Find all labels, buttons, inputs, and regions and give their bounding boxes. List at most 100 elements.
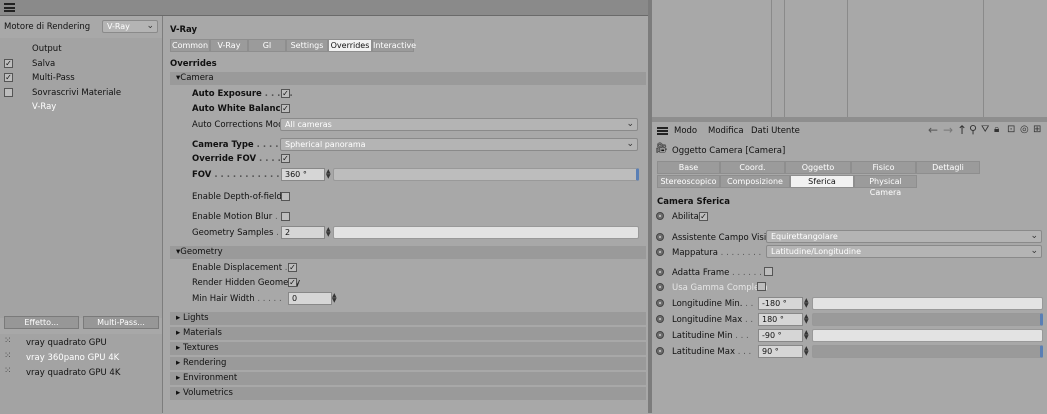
tab-gi[interactable]: GI [248,39,286,52]
object-manager-area [652,0,1047,122]
menu-dati-utente[interactable]: Dati Utente [751,126,800,136]
auto-exposure-checkbox[interactable]: ✓ [281,89,290,98]
animation-bullet-icon[interactable] [656,248,664,256]
auto-white-balance-checkbox[interactable]: ✓ [281,104,290,113]
preset-item[interactable]: ⁙ vray quadrato GPU 4K [0,366,162,380]
full-range-label: Usa Gamma Completa [672,283,768,293]
enable-motion-blur-checkbox[interactable] [281,212,290,221]
animation-bullet-icon[interactable] [656,283,664,291]
tab-oggetto[interactable]: Oggetto [785,161,851,174]
tab-coord-[interactable]: Coord. [720,161,785,174]
lon-min-stepper[interactable]: ▲ ▼ [804,298,809,309]
min-hair-width-input[interactable]: 0 [288,292,332,305]
lat-max-slider[interactable] [812,345,1043,358]
assist-label: Assistente Campo Visivo [672,233,777,243]
override-fov-checkbox[interactable]: ✓ [281,154,290,163]
tab-overrides[interactable]: Overrides [328,39,372,52]
camera-type-select[interactable]: Spherical panorama ⌄ [280,138,638,151]
overrides-heading: Overrides [170,59,217,69]
effect-button[interactable]: Effetto... [4,316,79,329]
pin-icon[interactable]: ⊡ [1007,124,1015,135]
renderer-select[interactable]: V-Ray ⌄ [102,20,158,33]
section-header-volumetrics[interactable]: ▸ Volumetrics [170,387,646,400]
geometry-samples-slider[interactable] [333,226,639,239]
lon-min-slider[interactable] [812,297,1043,310]
animation-bullet-icon[interactable] [656,299,664,307]
lat-min-slider[interactable] [812,329,1043,342]
filter-icon[interactable]: ⛛ [981,124,989,135]
animation-bullet-icon[interactable] [656,233,664,241]
tab-interactive[interactable]: Interactive [372,39,416,52]
tree-item[interactable]: ✓ Multi-Pass [0,71,162,84]
lat-max-input[interactable]: 90 ° [758,345,803,358]
assist-select[interactable]: Equirettangolare ⌄ [766,230,1042,243]
auto-corrections-select[interactable]: All cameras ⌄ [280,118,638,131]
new-panel-icon[interactable]: ⊞ [1033,124,1041,135]
fit-frame-checkbox[interactable] [764,267,773,276]
lon-min-input[interactable]: -180 ° [758,297,803,310]
tab-sferica[interactable]: Sferica [790,175,854,188]
min-hair-width-stepper[interactable]: ▲ ▼ [332,293,337,304]
menu-modo[interactable]: Modo [674,126,697,136]
lat-max-stepper[interactable]: ▲ ▼ [804,346,809,357]
lon-max-input[interactable]: 180 ° [758,313,803,326]
tree-item[interactable]: ✓ Salva [0,57,162,70]
animation-bullet-icon[interactable] [656,268,664,276]
animation-bullet-icon[interactable] [656,331,664,339]
record-icon[interactable]: ◎ [1020,124,1029,135]
fov-input[interactable]: 360 ° [281,168,325,181]
preset-item[interactable]: ⁙ vray quadrato GPU [0,336,162,350]
menu-modifica[interactable]: Modifica [708,126,744,136]
camera-section-header[interactable]: ▾Camera [170,72,646,85]
tree-item[interactable]: V-Ray [0,100,162,113]
lon-max-slider[interactable] [812,313,1043,326]
section-header-environment[interactable]: ▸ Environment [170,372,646,385]
fov-slider[interactable] [333,168,639,181]
section-header-rendering[interactable]: ▸ Rendering [170,357,646,370]
up-arrow-icon[interactable]: ↑ [957,123,967,137]
chevron-down-icon: ⌄ [1030,246,1038,256]
tab-fisico[interactable]: Fisico [851,161,916,174]
section-header-textures[interactable]: ▸ Textures [170,342,646,355]
geometry-section-header[interactable]: ▾Geometry [170,246,646,259]
tree-item[interactable]: Sovrascrivi Materiale [0,86,162,99]
section-header-materials[interactable]: ▸ Materials [170,327,646,340]
search-icon[interactable]: ⚲ [969,123,977,136]
tab-v-ray[interactable]: V-Ray [210,39,248,52]
tab-stereoscopico[interactable]: Stereoscopico [657,175,720,188]
tree-item-checkbox[interactable]: ✓ [4,73,13,82]
tree-item[interactable]: Output [0,42,162,55]
tab-base[interactable]: Base [657,161,720,174]
tab-physical-camera[interactable]: Physical Camera [854,175,917,197]
tab-common[interactable]: Common [170,39,210,52]
forward-arrow-icon[interactable]: → [943,123,953,137]
tab-dettagli[interactable]: Dettagli [916,161,980,174]
back-arrow-icon[interactable]: ← [928,123,938,137]
menu-icon[interactable] [657,127,668,135]
abilita-checkbox[interactable]: ✓ [699,212,708,221]
lat-min-label: Latitudine Min . . . [672,331,749,341]
tree-item-checkbox[interactable] [4,87,13,97]
lat-min-input[interactable]: -90 ° [758,329,803,342]
animation-bullet-icon[interactable] [656,315,664,323]
enable-displacement-checkbox[interactable]: ✓ [288,263,297,272]
preset-item[interactable]: ⁙ vray 360pano GPU 4K [0,351,162,365]
fov-stepper[interactable]: ▲ ▼ [326,169,331,180]
enable-dof-checkbox[interactable] [281,192,290,201]
section-header-lights[interactable]: ▸ Lights [170,312,646,325]
full-range-checkbox[interactable] [757,282,766,291]
lat-min-stepper[interactable]: ▲ ▼ [804,330,809,341]
multipass-button[interactable]: Multi-Pass... [83,316,159,329]
tab-composizione[interactable]: Composizione [720,175,790,188]
geometry-samples-stepper[interactable]: ▲ ▼ [326,227,331,238]
tree-item-checkbox[interactable]: ✓ [4,58,13,68]
render-hidden-geometry-checkbox[interactable]: ✓ [288,278,297,287]
lon-max-stepper[interactable]: ▲ ▼ [804,314,809,325]
tab-settings[interactable]: Settings [286,39,328,52]
animation-bullet-icon[interactable] [656,347,664,355]
lock-icon[interactable]: 🔒︎ [994,124,999,135]
animation-bullet-icon[interactable] [656,212,664,220]
mapping-select[interactable]: Latitudine/Longitudine ⌄ [766,245,1042,258]
geometry-samples-input[interactable]: 2 [281,226,325,239]
menu-icon[interactable] [4,3,15,12]
